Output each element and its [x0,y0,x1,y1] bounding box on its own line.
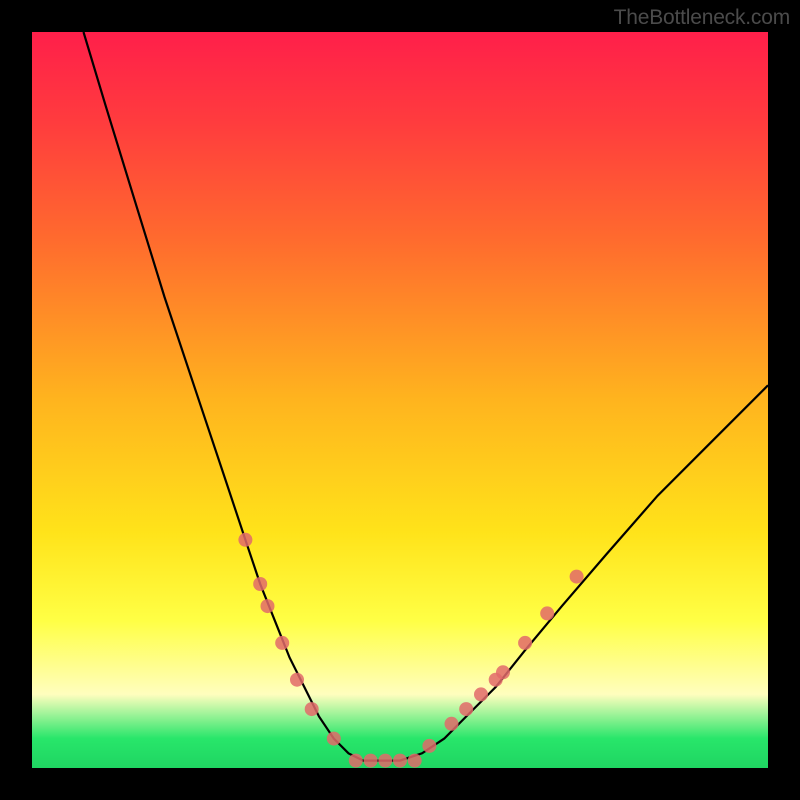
data-marker [378,754,392,768]
data-marker [518,636,532,650]
data-marker [364,754,378,768]
data-marker [540,606,554,620]
data-marker [393,754,407,768]
data-marker [261,599,275,613]
curve-layer [32,32,768,768]
data-markers [238,533,583,768]
data-marker [327,732,341,746]
plot-area [32,32,768,768]
data-marker [459,702,473,716]
data-marker [305,702,319,716]
data-marker [422,739,436,753]
data-marker [496,665,510,679]
data-marker [238,533,252,547]
data-marker [290,673,304,687]
bottleneck-curve [84,32,769,761]
data-marker [408,754,422,768]
data-marker [474,687,488,701]
data-marker [349,754,363,768]
watermark-text: TheBottleneck.com [614,6,790,30]
chart-frame: TheBottleneck.com [0,0,800,800]
data-marker [275,636,289,650]
data-marker [253,577,267,591]
data-marker [570,570,584,584]
data-marker [445,717,459,731]
